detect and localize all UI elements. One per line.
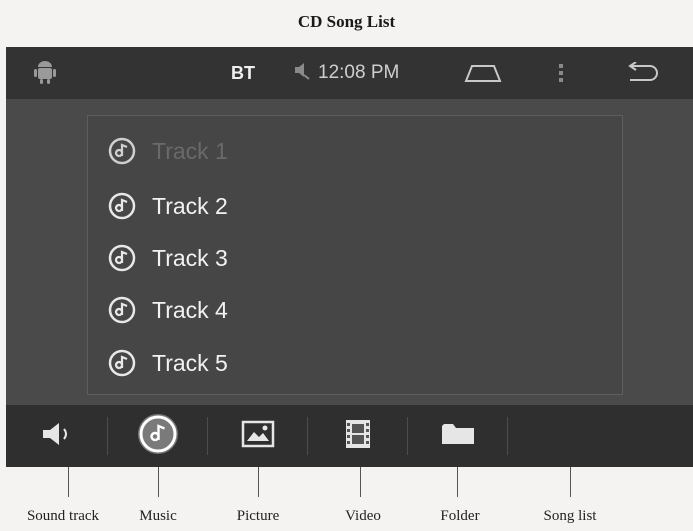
callout-line (360, 467, 361, 497)
mute-icon (292, 60, 312, 86)
track-label: Track 5 (152, 349, 228, 376)
track-item[interactable]: Track 4 (108, 287, 608, 333)
video-icon (344, 418, 372, 455)
android-icon (34, 47, 56, 99)
callout-line (158, 467, 159, 497)
status-bar: BT 12:08 PM (6, 47, 693, 99)
track-item[interactable]: Track 2 (108, 183, 608, 229)
track-item[interactable]: Track 3 (108, 235, 608, 281)
clock-time: 12:08 PM (318, 62, 400, 83)
home-icon[interactable] (464, 47, 502, 99)
toolbar-divider (107, 417, 108, 455)
folder-icon (440, 420, 476, 453)
bottom-toolbar (6, 405, 693, 467)
callout-line (258, 467, 259, 497)
back-icon[interactable] (624, 47, 660, 99)
folder-button[interactable] (428, 405, 488, 467)
speaker-icon (41, 422, 75, 451)
music-note-icon (108, 192, 136, 220)
track-label: Track 2 (152, 192, 228, 219)
video-button[interactable] (328, 405, 388, 467)
device-screen: BT 12:08 PM Track 1 Track 2 Track 3 Trac… (6, 47, 693, 467)
music-button[interactable] (128, 405, 188, 467)
callout-line (457, 467, 458, 497)
callout-sound-track: Sound track (26, 508, 100, 524)
music-note-icon (108, 296, 136, 324)
callout-music: Music (139, 508, 177, 524)
menu-dots-icon[interactable] (558, 47, 564, 99)
picture-icon (241, 420, 275, 453)
track-item[interactable]: Track 5 (108, 340, 608, 386)
toolbar-divider (307, 417, 308, 455)
callout-picture: Picture (236, 508, 280, 524)
bluetooth-label: BT (231, 62, 255, 83)
callout-folder: Folder (440, 508, 480, 524)
toolbar-divider (507, 417, 508, 455)
picture-button[interactable] (228, 405, 288, 467)
track-label: Track 1 (152, 137, 228, 164)
track-label: Track 3 (152, 244, 228, 271)
song-list-panel: Track 1 Track 2 Track 3 Track 4 Track 5 (87, 115, 623, 395)
music-note-icon (138, 413, 178, 459)
toolbar-divider (407, 417, 408, 455)
track-item[interactable]: Track 1 (108, 128, 608, 174)
callout-line (68, 467, 69, 497)
music-note-icon (108, 349, 136, 377)
document-title: CD Song List (297, 12, 396, 31)
music-note-icon (108, 137, 136, 165)
callout-line (570, 467, 571, 497)
clock-group: 12:08 PM (292, 47, 399, 99)
track-label: Track 4 (152, 296, 228, 323)
callout-video: Video (345, 508, 381, 524)
song-list-button[interactable] (528, 405, 608, 467)
music-note-icon (108, 244, 136, 272)
callout-song-list: Song list (543, 508, 597, 524)
toolbar-divider (207, 417, 208, 455)
sound-track-button[interactable] (28, 405, 88, 467)
